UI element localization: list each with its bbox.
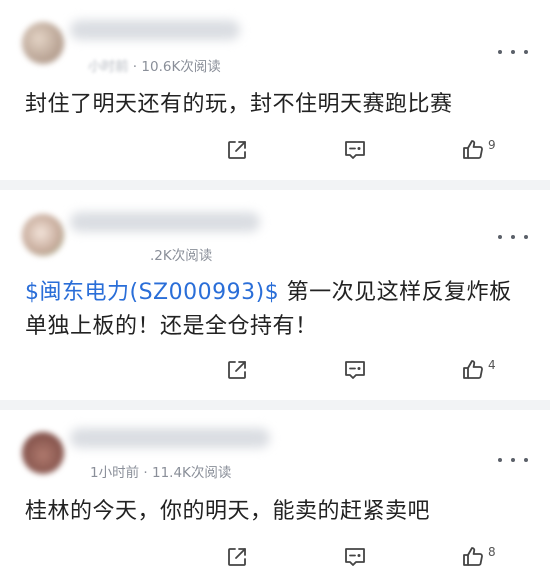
comment-icon [345,141,365,159]
share-button[interactable] [225,355,249,385]
like-count: 8 [488,545,496,559]
more-dots-icon[interactable] [498,450,528,470]
post-meta: .2K次阅读 [150,244,212,264]
thumbs-up-icon [463,140,483,159]
post-card-2[interactable]: .2K次阅读 $闽东电力(SZ000993)$ 第一次见这样反复炸板单独上板的！… [0,190,550,400]
post-content: $闽东电力(SZ000993)$ 第一次见这样反复炸板单独上板的！还是全仓持有！ [25,276,530,344]
meta-separator: · [132,59,138,75]
avatar[interactable] [22,432,64,474]
post-divider [0,180,550,190]
read-count: 11.4K次阅读 [151,465,232,481]
share-button[interactable] [225,135,249,165]
meta-separator: · [143,465,148,481]
like-count: 4 [488,358,496,372]
post-text: 封住了明天还有的玩，封不住明天赛跑比赛 [25,92,453,117]
post-text: 桂林的今天，你的明天，能卖的赶紧卖吧 [25,499,431,524]
post-card-3[interactable]: 1小时前 · 11.4K次阅读 桂林的今天，你的明天，能卖的赶紧卖吧 8 [0,410,550,566]
comment-icon [345,361,365,379]
avatar[interactable] [22,214,64,256]
more-dots-icon[interactable] [498,42,528,62]
post-time: 小时前 [88,59,129,75]
post-actions: 4 [0,355,550,385]
author-name-blurred[interactable] [70,428,270,448]
share-icon [228,141,246,159]
post-actions: 8 [0,542,550,572]
read-count: .2K次阅读 [150,248,213,264]
like-count: 9 [488,138,496,152]
post-content: 封住了明天还有的玩，封不住明天赛跑比赛 [25,88,530,122]
post-meta: 小时前 · 10.6K次阅读 [88,55,221,75]
share-icon [228,548,246,566]
comment-button[interactable] [343,355,367,385]
post-card-1[interactable]: 小时前 · 10.6K次阅读 封住了明天还有的玩，封不住明天赛跑比赛 9 [0,0,550,180]
like-button[interactable]: 4 [461,355,496,385]
post-divider [0,400,550,410]
avatar[interactable] [22,22,64,64]
stock-link[interactable]: $闽东电力(SZ000993)$ [25,280,279,305]
thumbs-up-icon [463,360,483,379]
post-actions: 9 [0,135,550,165]
more-dots-icon[interactable] [498,227,528,247]
like-button[interactable]: 8 [461,542,496,572]
like-button[interactable]: 9 [461,135,496,165]
read-count: 10.6K次阅读 [141,59,221,75]
comment-button[interactable] [343,135,367,165]
post-content: 桂林的今天，你的明天，能卖的赶紧卖吧 [25,495,530,529]
comment-icon [345,548,365,566]
share-icon [228,361,246,379]
post-meta: 1小时前 · 11.4K次阅读 [90,461,231,481]
share-button[interactable] [225,542,249,572]
post-time: 1小时前 [90,465,140,481]
thumbs-up-icon [463,547,483,566]
author-name-blurred[interactable] [70,20,240,40]
author-name-blurred[interactable] [70,212,260,232]
comment-button[interactable] [343,542,367,572]
